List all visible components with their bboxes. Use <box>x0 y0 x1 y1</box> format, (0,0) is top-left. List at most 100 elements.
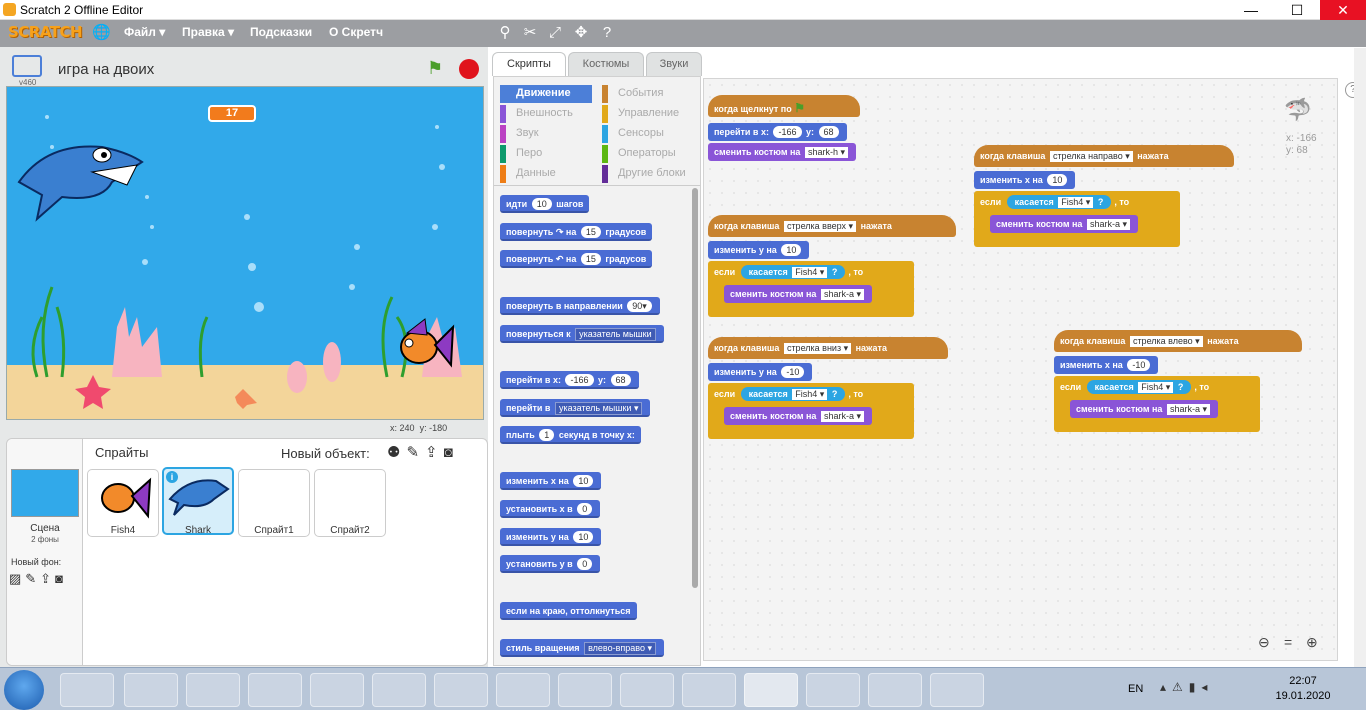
block-if[interactable]: если касается Fish4 ▾ ?, то сменить кост… <box>1054 376 1260 432</box>
taskbar-media-player-icon[interactable] <box>60 673 114 707</box>
tab-sounds[interactable]: Звуки <box>646 52 702 76</box>
taskbar-explorer-icon[interactable] <box>186 673 240 707</box>
cut-icon[interactable]: ✂ <box>521 23 539 43</box>
category-looks[interactable]: Внешность <box>500 105 592 123</box>
menu-about[interactable]: О Скретч <box>329 25 383 39</box>
taskbar-network-icon[interactable] <box>496 673 550 707</box>
category-motion[interactable]: Движение <box>500 85 592 103</box>
taskbar-rn-icon[interactable] <box>620 673 674 707</box>
tab-costumes[interactable]: Костюмы <box>568 52 644 76</box>
block-change-y[interactable]: изменить у на 10 <box>500 528 602 546</box>
block-point-towards[interactable]: повернуться к указатель мышки <box>500 325 664 343</box>
block-go-to-xy[interactable]: перейти в x: -166 y: 68 <box>500 371 639 389</box>
block-if[interactable]: если касается Fish4 ▾ ?, то сменить кост… <box>708 261 914 317</box>
fish4-sprite[interactable] <box>400 318 455 368</box>
hat-green-flag[interactable]: когда щелкнут по ⚑ <box>708 95 860 117</box>
block-if[interactable]: если касается Fish4 ▾ ?, то сменить кост… <box>974 191 1180 247</box>
taskbar-scratch-icon[interactable] <box>744 673 798 707</box>
block-go-to[interactable]: перейти в указатель мышки ▾ <box>500 399 651 417</box>
block-point-direction[interactable]: повернуть в направлении 90▾ <box>500 297 660 315</box>
green-flag-icon[interactable]: ⚑ <box>427 58 447 78</box>
language-indicator[interactable]: EN <box>1128 683 1143 695</box>
sprite-label-sprite2: Спрайт2 <box>330 525 370 536</box>
taskbar-visual-studio-icon[interactable] <box>310 673 364 707</box>
grow-icon[interactable]: ⤢ <box>546 23 564 43</box>
scene-thumbnail[interactable] <box>11 469 79 517</box>
taskbar-chrome-icon[interactable] <box>124 673 178 707</box>
taskbar-yandex-icon[interactable] <box>372 673 426 707</box>
block-switch-costume[interactable]: сменить костюм на shark-a ▾ <box>724 407 872 425</box>
palette-scrollbar[interactable] <box>692 188 698 588</box>
presentation-mode-icon[interactable] <box>12 55 42 77</box>
zoom-in-icon[interactable]: ⊕ <box>1306 634 1318 651</box>
zoom-reset-icon[interactable]: = <box>1284 634 1292 650</box>
taskbar-game-icon[interactable] <box>434 673 488 707</box>
taskbar-recorder-icon[interactable] <box>806 673 860 707</box>
taskbar-paint-icon[interactable] <box>930 673 984 707</box>
clock-date: 19.01.2020 <box>1275 690 1331 702</box>
category-operators[interactable]: Операторы <box>602 145 698 163</box>
block-if[interactable]: если касается Fish4 ▾ ?, то сменить кост… <box>708 383 914 439</box>
window-scrollbar[interactable] <box>1354 48 1366 667</box>
stage-canvas[interactable] <box>6 86 484 420</box>
close-button[interactable]: ✕ <box>1320 0 1366 20</box>
new-sprite-tools[interactable]: ⚉✎⇪◙ <box>387 443 459 461</box>
block-change-y[interactable]: изменить у на -10 <box>708 363 813 381</box>
block-switch-costume[interactable]: сменить костюм на shark-h ▾ <box>708 143 856 161</box>
category-data[interactable]: Данные <box>500 165 592 183</box>
help-icon[interactable]: ? <box>598 23 616 43</box>
block-switch-costume[interactable]: сменить костюм на shark-a ▾ <box>724 285 872 303</box>
hat-key-up[interactable]: когда клавиша стрелка вверх ▾ нажата <box>708 215 956 237</box>
menu-edit[interactable]: Правка ▾ <box>182 25 234 39</box>
category-sensing[interactable]: Сенсоры <box>602 125 698 143</box>
block-turn-right[interactable]: повернуть ↷ на 15 градусов <box>500 223 653 241</box>
block-change-x[interactable]: изменить х на -10 <box>1054 356 1159 374</box>
block-set-y[interactable]: установить у в 0 <box>500 555 601 573</box>
category-sound[interactable]: Звук <box>500 125 592 143</box>
new-object-label: Новый объект: <box>281 446 370 461</box>
menu-tips[interactable]: Подсказки <box>250 25 312 39</box>
hat-key-down[interactable]: когда клавиша стрелка вниз ▾ нажата <box>708 337 948 359</box>
tab-scripts[interactable]: Скрипты <box>492 52 566 76</box>
block-switch-costume[interactable]: сменить костюм на shark-a ▾ <box>1070 400 1218 418</box>
block-change-x[interactable]: изменить х на 10 <box>500 472 602 490</box>
block-change-x[interactable]: изменить х на 10 <box>974 171 1076 189</box>
new-backdrop-tools[interactable]: ▨✎⇪◙ <box>9 571 67 587</box>
shrink-icon[interactable]: ✥ <box>572 23 590 43</box>
category-control[interactable]: Управление <box>602 105 698 123</box>
taskbar-clock[interactable]: 22:07 19.01.2020 <box>1268 674 1338 704</box>
hat-key-right[interactable]: когда клавиша стрелка направо ▾ нажата <box>974 145 1234 167</box>
block-bounce[interactable]: если на краю, оттолкнуться <box>500 602 637 620</box>
block-rotation-style[interactable]: стиль вращения влево-вправо ▾ <box>500 639 664 657</box>
block-go-to-xy[interactable]: перейти в x: -166 y: 68 <box>708 123 847 141</box>
block-set-x[interactable]: установить х в 0 <box>500 500 601 518</box>
scripts-area[interactable]: 🦈 x: -166 y: 68 когда щелкнут по ⚑ перей… <box>703 78 1338 661</box>
duplicate-icon[interactable]: ⚲ <box>496 23 514 43</box>
score-monitor[interactable]: 17 <box>208 105 256 122</box>
block-move-steps[interactable]: идти 10 шагов <box>500 195 590 213</box>
block-switch-costume[interactable]: сменить костюм на shark-a ▾ <box>990 215 1138 233</box>
hat-key-left[interactable]: когда клавиша стрелка влево ▾ нажата <box>1054 330 1302 352</box>
y-value: -180 <box>429 423 448 433</box>
taskbar-photo-icon[interactable] <box>682 673 736 707</box>
tray-icons[interactable]: ▴⚠▮◂ <box>1160 680 1213 694</box>
block-change-y[interactable]: изменить у на 10 <box>708 241 810 259</box>
shark-sprite[interactable] <box>17 145 144 222</box>
category-events[interactable]: События <box>602 85 698 103</box>
taskbar-word-icon[interactable] <box>868 673 922 707</box>
minimize-button[interactable]: — <box>1228 0 1274 20</box>
taskbar-opera-icon[interactable] <box>248 673 302 707</box>
block-turn-left[interactable]: повернуть ↶ на 15 градусов <box>500 250 653 268</box>
globe-icon[interactable]: 🌐 <box>92 23 111 43</box>
stop-icon[interactable] <box>459 59 479 79</box>
start-button[interactable] <box>4 670 44 710</box>
maximize-button[interactable]: ☐ <box>1274 0 1320 20</box>
menu-file[interactable]: Файл ▾ <box>124 25 165 39</box>
category-more-blocks[interactable]: Другие блоки <box>602 165 698 183</box>
zoom-out-icon[interactable]: ⊖ <box>1258 634 1270 651</box>
block-glide[interactable]: плыть 1 секунд в точку x: <box>500 426 641 444</box>
category-pen[interactable]: Перо <box>500 145 592 163</box>
project-title[interactable]: игра на двоих <box>58 61 154 78</box>
scene-label: Сцена <box>30 523 60 534</box>
taskbar-tanks-icon[interactable] <box>558 673 612 707</box>
